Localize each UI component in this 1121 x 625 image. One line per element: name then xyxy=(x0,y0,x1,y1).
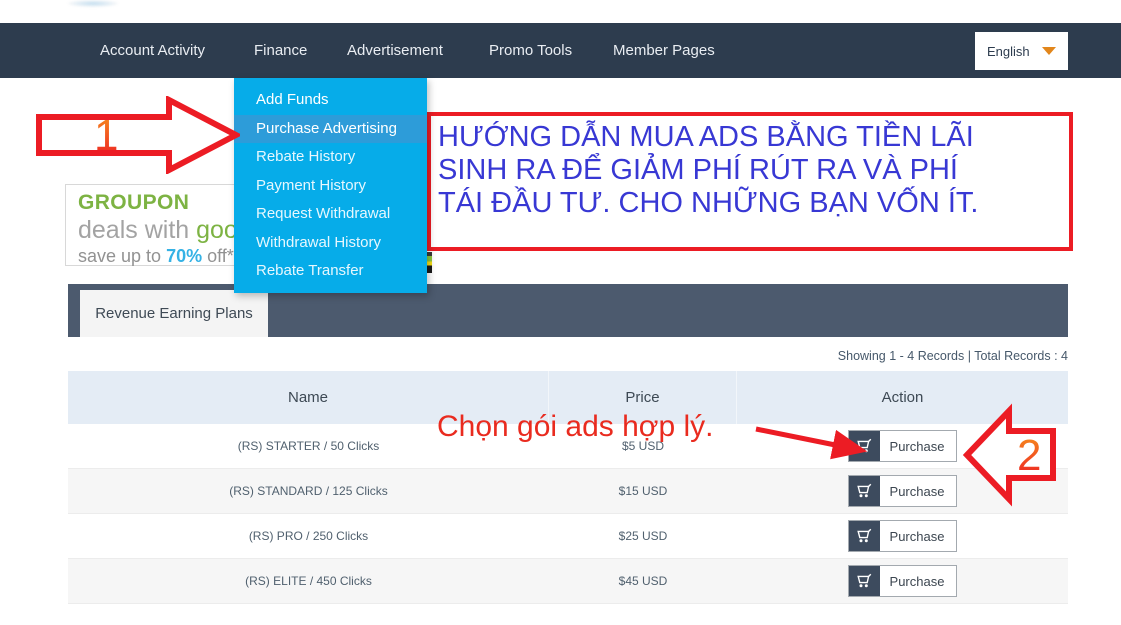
language-select[interactable]: English xyxy=(975,32,1068,70)
chevron-down-icon xyxy=(1042,47,1056,55)
cart-icon xyxy=(848,566,880,596)
plan-name: (RS) STANDARD / 125 Clicks xyxy=(229,484,388,498)
page: Account Activity Finance Advertisement P… xyxy=(0,0,1121,625)
instruction-box: HƯỚNG DẪN MUA ADS BẰNG TIỀN LÃI SINH RA … xyxy=(427,112,1073,251)
purchase-button-label: Purchase xyxy=(889,483,945,499)
menu-item-purchase-advertising[interactable]: Purchase Advertising xyxy=(234,114,427,143)
menu-item-payment-history[interactable]: Payment History xyxy=(234,172,427,201)
purchase-button[interactable]: Purchase xyxy=(847,565,958,597)
plan-action-cell: Purchase xyxy=(737,559,1068,603)
ad-subline-text: save up to xyxy=(78,246,167,266)
annotation-choose-package: Chọn gói ads hợp lý. xyxy=(437,410,714,443)
cart-icon xyxy=(848,521,880,551)
plan-price: $25 USD xyxy=(618,529,668,543)
annotation-arrow xyxy=(755,426,868,460)
table-row: (RS) STANDARD / 125 Clicks $15 USD Purch… xyxy=(68,469,1068,514)
step-2-arrow: 2 xyxy=(962,403,1056,507)
hidden-image-fragment xyxy=(427,252,432,273)
finance-dropdown-menu: Add Funds Purchase Advertising Rebate Hi… xyxy=(234,78,427,293)
menu-item-withdrawal-history[interactable]: Withdrawal History xyxy=(234,229,427,258)
nav-item-promo-tools[interactable]: Promo Tools xyxy=(489,23,572,78)
records-summary: Showing 1 - 4 Records | Total Records : … xyxy=(837,349,1068,363)
tab-strip: Revenue Earning Plans xyxy=(68,284,1068,337)
nav-item-finance[interactable]: Finance xyxy=(254,23,307,78)
purchase-button-label: Purchase xyxy=(889,438,945,454)
purchase-button[interactable]: Purchase xyxy=(847,520,958,552)
step-1-arrow: 1 xyxy=(36,96,240,174)
cart-icon xyxy=(848,476,880,506)
tab-revenue-earning-plans[interactable]: Revenue Earning Plans xyxy=(80,290,268,337)
plans-table: Name Price Action (RS) STARTER / 50 Clic… xyxy=(68,371,1068,604)
purchase-button[interactable]: Purchase xyxy=(847,475,958,507)
instruction-line: HƯỚNG DẪN MUA ADS BẰNG TIỀN LÃI xyxy=(438,121,974,153)
menu-item-request-withdrawal[interactable]: Request Withdrawal xyxy=(234,200,427,229)
ad-percent: 70% xyxy=(166,246,203,266)
purchase-button-label: Purchase xyxy=(889,528,945,544)
table-row: (RS) ELITE / 450 Clicks $45 USD Purchase xyxy=(68,559,1068,604)
nav-item-advertisement[interactable]: Advertisement xyxy=(347,23,443,78)
instruction-line: TÁI ĐẦU TƯ. CHO NHỮNG BẠN VỐN ÍT. xyxy=(438,187,979,219)
ad-headline-highlight: goo xyxy=(196,216,238,244)
plan-action-cell: Purchase xyxy=(737,514,1068,558)
plan-name: (RS) ELITE / 450 Clicks xyxy=(245,574,372,588)
language-select-value: English xyxy=(987,43,1030,59)
menu-item-rebate-history[interactable]: Rebate History xyxy=(234,143,427,172)
instruction-line: SINH RA ĐỂ GIẢM PHÍ RÚT RA VÀ PHÍ xyxy=(438,154,958,186)
table-row: (RS) PRO / 250 Clicks $25 USD Purchase xyxy=(68,514,1068,559)
ad-headline-text: deals with xyxy=(78,216,197,244)
partial-logo xyxy=(68,0,118,7)
nav-item-member-pages[interactable]: Member Pages xyxy=(613,23,715,78)
ad-subline-suffix: off* xyxy=(202,246,234,266)
top-nav: Account Activity Finance Advertisement P… xyxy=(0,23,1121,78)
step-1-number: 1 xyxy=(94,111,118,160)
menu-item-add-funds[interactable]: Add Funds xyxy=(234,86,427,115)
plan-price: $45 USD xyxy=(618,574,668,588)
plan-name: (RS) PRO / 250 Clicks xyxy=(248,529,369,543)
step-2-number: 2 xyxy=(1017,431,1041,480)
nav-item-account-activity[interactable]: Account Activity xyxy=(100,23,205,78)
purchase-button-label: Purchase xyxy=(889,573,945,589)
menu-item-rebate-transfer[interactable]: Rebate Transfer xyxy=(234,257,427,286)
plan-price: $15 USD xyxy=(618,484,668,498)
